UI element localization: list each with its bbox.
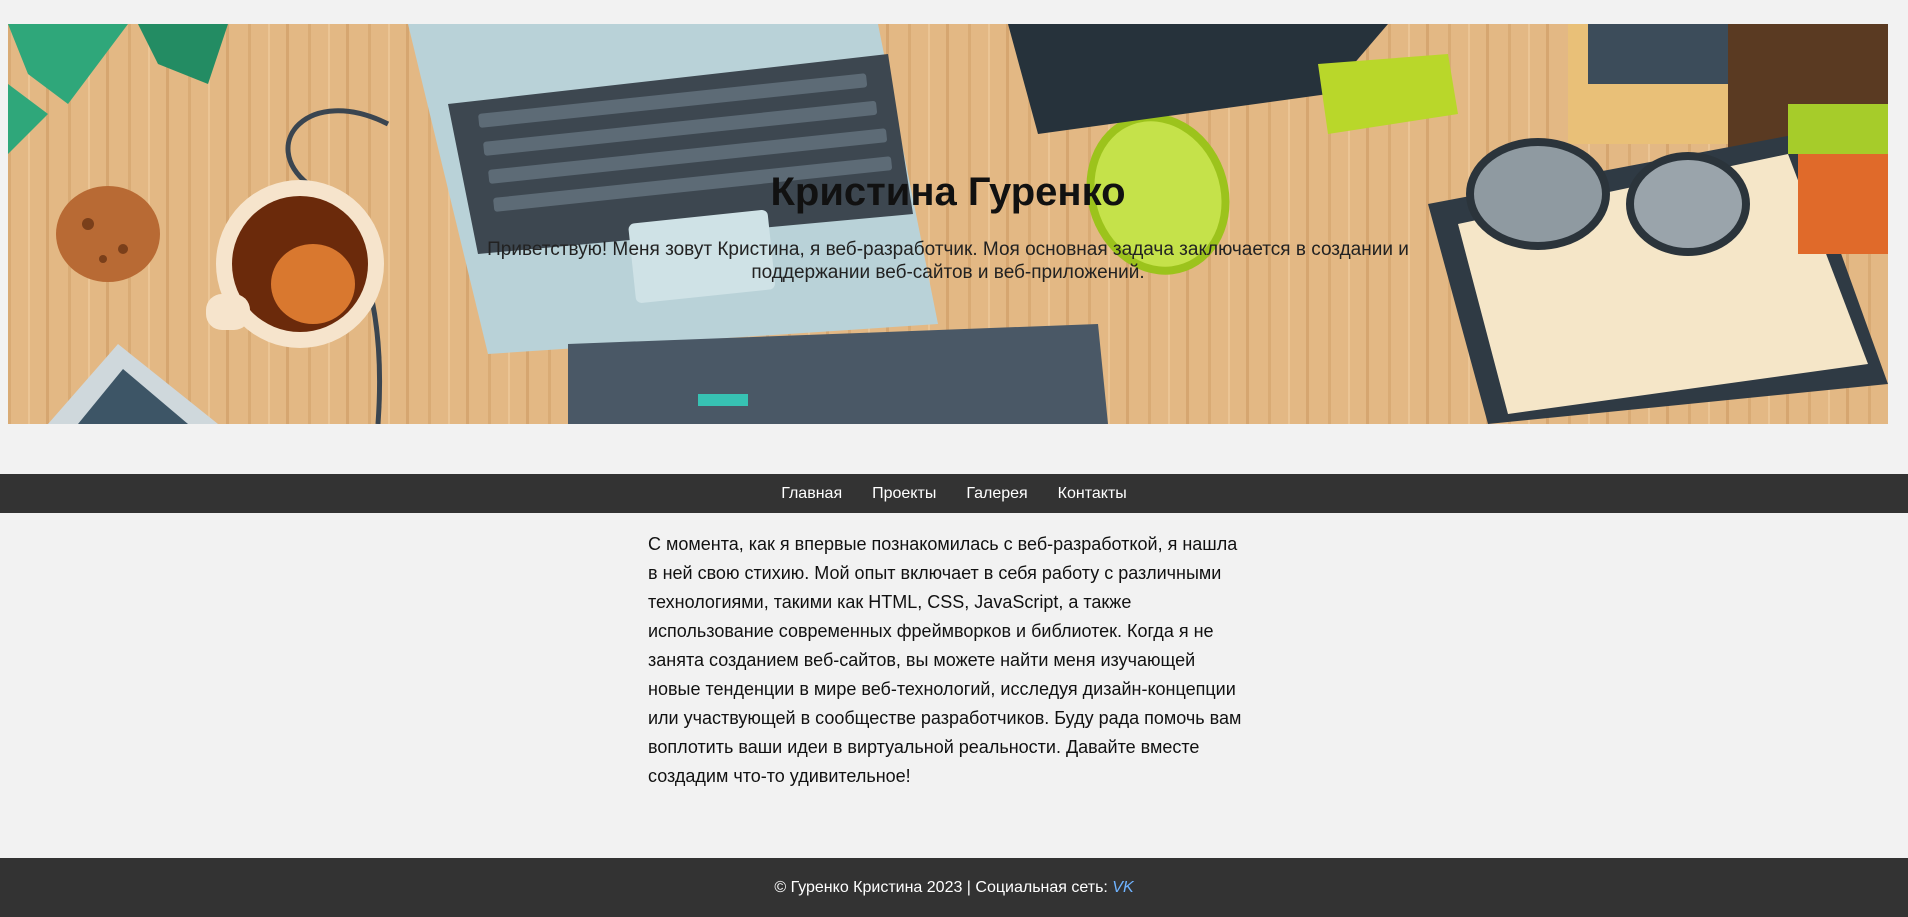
footer: © Гуренко Кристина 2023 | Социальная сет…: [0, 858, 1908, 917]
nav-item-home[interactable]: Главная: [766, 485, 857, 503]
main-nav: Главная Проекты Галерея Контакты: [0, 474, 1908, 513]
about-text: С момента, как я впервые познакомилась с…: [648, 534, 1242, 786]
vk-link[interactable]: VK: [1112, 879, 1133, 896]
nav-item-gallery[interactable]: Галерея: [951, 485, 1042, 503]
nav-item-projects[interactable]: Проекты: [857, 485, 951, 503]
about-section: С момента, как я впервые познакомилась с…: [648, 530, 1248, 791]
nav-item-contacts[interactable]: Контакты: [1043, 485, 1142, 503]
page-title: Кристина Гуренко: [770, 170, 1126, 214]
hero-subtitle: Приветствую! Меня зовут Кристина, я веб-…: [487, 239, 1409, 283]
footer-copyright: © Гуренко Кристина 2023 | Социальная сет…: [774, 879, 1113, 896]
hero-banner: Кристина Гуренко Приветствую! Меня зовут…: [8, 24, 1888, 424]
